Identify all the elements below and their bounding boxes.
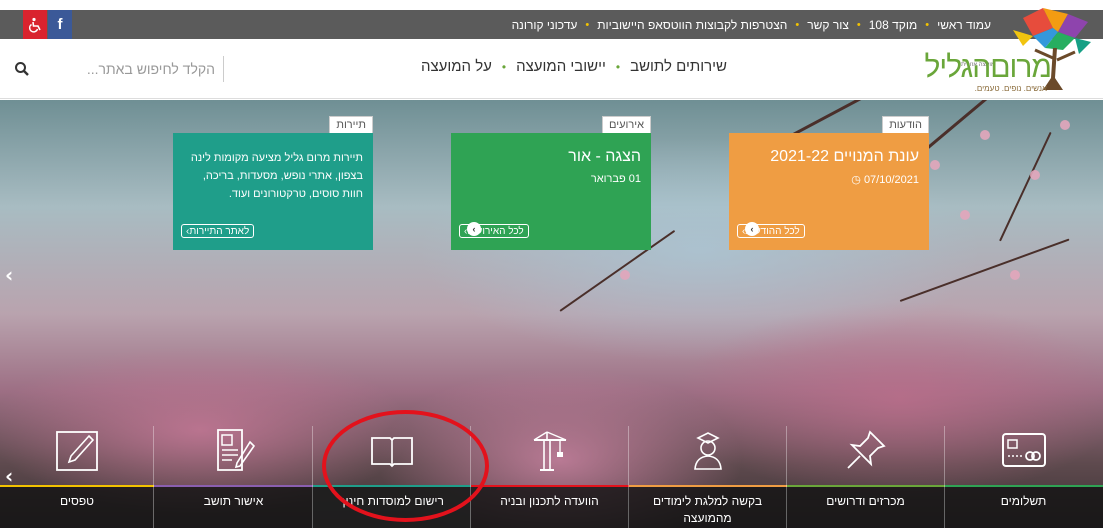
main-nav: שירותים לתושב • יישובי המועצה • על המועצ… xyxy=(421,58,727,75)
facebook-button[interactable]: f xyxy=(48,10,72,39)
news-title[interactable]: עונת המנויים 2021-22 xyxy=(770,148,919,166)
service-accent xyxy=(944,485,1103,487)
separator-dot: • xyxy=(856,18,861,31)
blossom-decoration xyxy=(930,160,940,170)
service-label: הוועדה לתכנון ובניה xyxy=(500,494,599,508)
service-label: בקשה למלגת לימודים מהמועצה xyxy=(652,494,763,525)
chevron-left-icon: › xyxy=(186,225,190,237)
service-payments[interactable]: תשלומים xyxy=(944,410,1103,528)
top-link-contact[interactable]: צור קשר xyxy=(807,18,849,32)
separator-dot: • xyxy=(501,59,507,74)
pencil-icon xyxy=(56,431,98,471)
nav-item-services[interactable]: שירותים לתושב xyxy=(630,58,727,75)
clock-icon: ◷ xyxy=(851,174,861,186)
facebook-icon: f xyxy=(57,16,63,33)
tourism-body: תיירות מרום גליל מציעה מקומות לינה בצפון… xyxy=(190,152,363,200)
pushpin-icon xyxy=(846,430,886,469)
news-tag: הודעות xyxy=(882,116,929,133)
logo-name: מרוםהגליל xyxy=(924,51,1052,84)
crane-icon xyxy=(533,431,566,471)
credit-card-icon xyxy=(1001,433,1046,467)
divider xyxy=(153,426,154,528)
document-sign-icon xyxy=(216,429,255,471)
service-planning[interactable]: הוועדה לתכנון ובניה xyxy=(470,410,629,528)
top-link-corona[interactable]: עדכוני קורונה xyxy=(512,18,578,32)
service-scholarship[interactable]: בקשה למלגת לימודים מהמועצה xyxy=(628,410,787,528)
service-label: אישור תושב xyxy=(203,494,264,508)
nav-item-about[interactable]: על המועצה xyxy=(421,58,492,75)
events-title[interactable]: הצגה - אור xyxy=(568,148,641,166)
blossom-decoration xyxy=(620,270,630,280)
service-tenders[interactable]: מכרזים ודרושים xyxy=(786,410,945,528)
events-card[interactable]: אירועים הצגה - אור 01 פברואר לכל האירועי… xyxy=(451,116,651,250)
service-accent xyxy=(786,485,945,487)
blossom-decoration xyxy=(1030,170,1040,180)
search-input[interactable] xyxy=(48,56,224,82)
nav-item-settlements[interactable]: יישובי המועצה xyxy=(516,58,606,75)
separator-dot: • xyxy=(615,59,621,74)
service-label: טפסים xyxy=(59,494,95,508)
service-label: תשלומים xyxy=(1000,494,1047,508)
news-next-icon[interactable]: › xyxy=(745,222,759,236)
divider xyxy=(944,426,945,528)
events-next-icon[interactable]: › xyxy=(467,222,481,236)
branch-decoration xyxy=(999,131,1052,242)
blossom-decoration xyxy=(980,130,990,140)
tourism-card[interactable]: תיירות תיירות מרום גליל מציעה מקומות לינ… xyxy=(173,116,373,250)
wheelchair-icon xyxy=(29,17,41,33)
service-label: מכרזים ודרושים xyxy=(826,494,905,508)
events-tag: אירועים xyxy=(602,116,651,133)
service-resident-certificate[interactable]: אישור תושב xyxy=(154,410,313,528)
tourism-tag: תיירות xyxy=(329,116,373,133)
highlight-circle xyxy=(322,410,489,522)
tourism-more-text: לאתר התיירות xyxy=(189,225,250,237)
events-date: 01 פברואר xyxy=(590,173,641,185)
separator-dot: • xyxy=(585,18,590,31)
graduate-icon xyxy=(693,432,722,470)
divider xyxy=(628,426,629,528)
news-date: 07/10/2021 ◷ xyxy=(851,173,919,186)
service-accent xyxy=(470,485,629,487)
service-accent xyxy=(628,485,787,487)
service-forms[interactable]: טפסים xyxy=(0,410,154,528)
hero-prev-arrow[interactable]: ‹ xyxy=(5,263,13,287)
search-icon[interactable] xyxy=(14,61,30,77)
news-date-text: 07/10/2021 xyxy=(863,174,919,186)
blossom-decoration xyxy=(960,210,970,220)
top-link-whatsapp[interactable]: הצטרפות לקבוצות הווטסאפ היישוביות xyxy=(597,18,787,32)
service-accent xyxy=(154,485,313,487)
services-bar: תשלומים מכרזים ודרושים בקשה למלגת לימודי… xyxy=(0,410,1103,528)
divider xyxy=(312,426,313,528)
services-prev-arrow[interactable]: ‹ xyxy=(5,464,13,488)
accessibility-button[interactable] xyxy=(23,10,47,39)
blossom-decoration xyxy=(1010,270,1020,280)
blossom-decoration xyxy=(1060,120,1070,130)
service-accent xyxy=(0,485,154,487)
tourism-more-link[interactable]: לאתר התיירות › xyxy=(181,224,255,238)
logo-tagline: אנשים. נופים. טעמים. xyxy=(974,84,1047,93)
news-card[interactable]: הודעות עונת המנויים 2021-22 07/10/2021 ◷… xyxy=(729,116,929,250)
separator-dot: • xyxy=(795,18,800,31)
